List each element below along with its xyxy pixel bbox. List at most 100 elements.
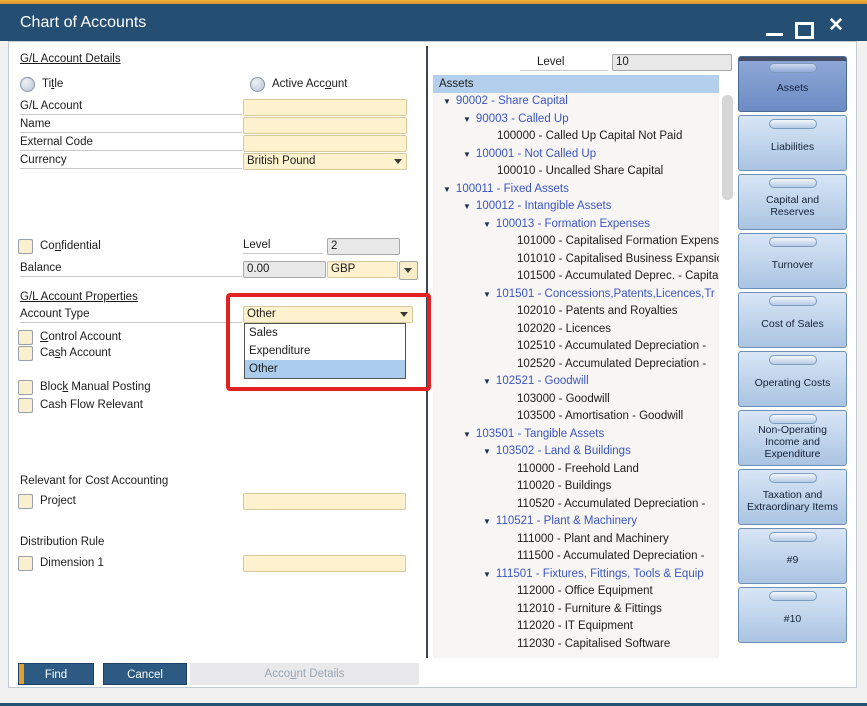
- title-bar[interactable]: Chart of Accounts ✕: [0, 4, 867, 41]
- block-manual-posting-checkbox[interactable]: [18, 380, 33, 395]
- tree-item[interactable]: 110020 - Buildings: [433, 478, 719, 496]
- project-input[interactable]: [243, 493, 406, 510]
- drawer-button-9[interactable]: #9: [738, 528, 847, 584]
- drawer-button-cost-of-sales[interactable]: Cost of Sales: [738, 292, 847, 348]
- tree-item[interactable]: 100010 - Uncalled Share Capital: [433, 163, 719, 181]
- collapse-arrow-icon[interactable]: ▼: [463, 202, 471, 211]
- account-type-dropdown[interactable]: Other: [243, 306, 413, 323]
- drawer-button-10[interactable]: #10: [738, 587, 847, 643]
- tree-item[interactable]: 102020 - Licences: [433, 321, 719, 339]
- external-code-input[interactable]: [243, 135, 407, 152]
- tree-level-field[interactable]: 10: [612, 54, 732, 71]
- tree-item[interactable]: 102510 - Accumulated Depreciation -: [433, 338, 719, 356]
- tree-item[interactable]: ▼100012 - Intangible Assets: [433, 198, 719, 216]
- tree-item[interactable]: 110000 - Freehold Land: [433, 461, 719, 479]
- tree-item[interactable]: 112010 - Furniture & Fittings: [433, 601, 719, 619]
- tree-item[interactable]: ▼100013 - Formation Expenses: [433, 216, 719, 234]
- tree-item[interactable]: ▼103501 - Tangible Assets: [433, 426, 719, 444]
- find-button[interactable]: Find: [18, 663, 94, 685]
- title-radio[interactable]: [20, 77, 35, 92]
- tree-item[interactable]: 101500 - Accumulated Deprec. - Capita: [433, 268, 719, 286]
- tree-item-label: 102521 - Goodwill: [496, 375, 589, 387]
- gl-account-input[interactable]: [243, 99, 407, 116]
- account-details-button[interactable]: Account Details: [190, 663, 419, 685]
- name-input[interactable]: [243, 117, 407, 134]
- tree-item[interactable]: ▼110521 - Plant & Machinery: [433, 513, 719, 531]
- tree-item-label: 110000 - Freehold Land: [517, 463, 639, 475]
- tree-item[interactable]: ▼100001 - Not Called Up: [433, 146, 719, 164]
- dimension1-checkbox[interactable]: [18, 556, 33, 571]
- collapse-arrow-icon[interactable]: ▼: [483, 447, 491, 456]
- collapse-arrow-icon[interactable]: ▼: [483, 517, 491, 526]
- maximize-icon[interactable]: [795, 22, 814, 39]
- collapse-arrow-icon[interactable]: ▼: [463, 150, 471, 159]
- collapse-arrow-icon[interactable]: ▼: [483, 220, 491, 229]
- balance-currency-dropdown[interactable]: GBP: [327, 261, 398, 278]
- collapse-arrow-icon[interactable]: ▼: [443, 97, 451, 106]
- collapse-arrow-icon[interactable]: ▼: [463, 430, 471, 439]
- tree-item[interactable]: 112020 - IT Equipment: [433, 618, 719, 636]
- collapse-arrow-icon[interactable]: ▼: [463, 115, 471, 124]
- cash-account-checkbox[interactable]: [18, 346, 33, 361]
- balance-currency-arrow-button[interactable]: [399, 261, 418, 280]
- drawer-button-liabilities[interactable]: Liabilities: [738, 115, 847, 171]
- tree-item[interactable]: 101000 - Capitalised Formation Expenses: [433, 233, 719, 251]
- account-type-options-list: SalesExpenditureOther: [244, 323, 406, 379]
- cost-accounting-title: Relevant for Cost Accounting: [20, 475, 168, 487]
- tree-item[interactable]: 112030 - Capitalised Software: [433, 636, 719, 654]
- tree-item[interactable]: ▼ 100011 - Fixed Assets: [433, 181, 719, 199]
- tree-item[interactable]: ▼101501 - Concessions,Patents,Licences,T…: [433, 286, 719, 304]
- tree-item-label: 100011 - Fixed Assets: [456, 183, 569, 195]
- tree-root-header[interactable]: Assets: [433, 75, 719, 93]
- tree-item[interactable]: 103000 - Goodwill: [433, 391, 719, 409]
- drawer-button-turnover[interactable]: Turnover: [738, 233, 847, 289]
- tree-item[interactable]: 102520 - Accumulated Depreciation -: [433, 356, 719, 374]
- level-field[interactable]: 2: [327, 238, 400, 255]
- tree-item-label: 100010 - Uncalled Share Capital: [497, 165, 663, 177]
- cash-flow-relevant-checkbox[interactable]: [18, 398, 33, 413]
- tree-item[interactable]: 100000 - Called Up Capital Not Paid: [433, 128, 719, 146]
- drawer-button-non-operating-income-and-expenditure[interactable]: Non-Operating Income and Expenditure: [738, 410, 847, 466]
- account-type-option[interactable]: Expenditure: [245, 342, 405, 360]
- tree-item[interactable]: 112000 - Office Equipment: [433, 583, 719, 601]
- dimension1-input[interactable]: [243, 555, 406, 572]
- tree-item[interactable]: 103500 - Amortisation - Goodwill: [433, 408, 719, 426]
- currency-dropdown[interactable]: British Pound: [243, 153, 407, 170]
- account-type-option[interactable]: Other: [245, 360, 405, 378]
- drawer-button-operating-costs[interactable]: Operating Costs: [738, 351, 847, 407]
- tree-item-label: 111000 - Plant and Machinery: [517, 533, 669, 545]
- drawer-button-taxation-and-extraordinary-items[interactable]: Taxation and Extraordinary Items: [738, 469, 847, 525]
- cancel-button[interactable]: Cancel: [103, 663, 187, 685]
- project-checkbox[interactable]: [18, 494, 33, 509]
- account-type-option[interactable]: Sales: [245, 324, 405, 342]
- tree-item[interactable]: ▼90002 - Share Capital: [433, 93, 719, 111]
- collapse-arrow-icon[interactable]: ▼: [483, 377, 491, 386]
- tree-item[interactable]: 110520 - Accumulated Depreciation -: [433, 496, 719, 514]
- tree-item[interactable]: ▼ 111501 - Fixtures, Fittings, Tools & Eq…: [433, 566, 719, 584]
- tree-item[interactable]: 111500 - Accumulated Depreciation -: [433, 548, 719, 566]
- tree-item-label: 112010 - Furniture & Fittings: [517, 603, 662, 615]
- active-account-radio[interactable]: [250, 77, 265, 92]
- close-icon[interactable]: ✕: [825, 14, 847, 38]
- control-account-checkbox[interactable]: [18, 330, 33, 345]
- collapse-arrow-icon[interactable]: ▼: [443, 185, 451, 194]
- collapse-arrow-icon[interactable]: ▼: [483, 290, 491, 299]
- drawer-button-capital-and-reserves[interactable]: Capital and Reserves: [738, 174, 847, 230]
- tree-item[interactable]: 101010 - Capitalised Business Expansion: [433, 251, 719, 269]
- tree-item[interactable]: 111000 - Plant and Machinery: [433, 531, 719, 549]
- tree-item[interactable]: ▼ 102521 - Goodwill: [433, 373, 719, 391]
- collapse-arrow-icon[interactable]: ▼: [483, 570, 491, 579]
- balance-field[interactable]: 0.00: [243, 261, 326, 278]
- drawer-button-assets[interactable]: Assets: [738, 56, 847, 112]
- confidential-checkbox[interactable]: [18, 239, 33, 254]
- tree-item[interactable]: ▼90003 - Called Up: [433, 111, 719, 129]
- cash-account-label: Cash Account: [40, 347, 111, 359]
- chevron-down-icon: [404, 268, 412, 273]
- tree-item-label: 101500 - Accumulated Deprec. - Capita: [517, 270, 718, 282]
- tree-scrollbar[interactable]: [722, 95, 733, 200]
- tree-item[interactable]: ▼103502 - Land & Buildings: [433, 443, 719, 461]
- tree-item-label: 111501 - Fixtures, Fittings, Tools & Equ…: [496, 568, 704, 580]
- find-button-label: Find: [45, 669, 67, 681]
- tree-item[interactable]: 102010 - Patents and Royalties: [433, 303, 719, 321]
- minimize-icon[interactable]: [766, 33, 783, 36]
